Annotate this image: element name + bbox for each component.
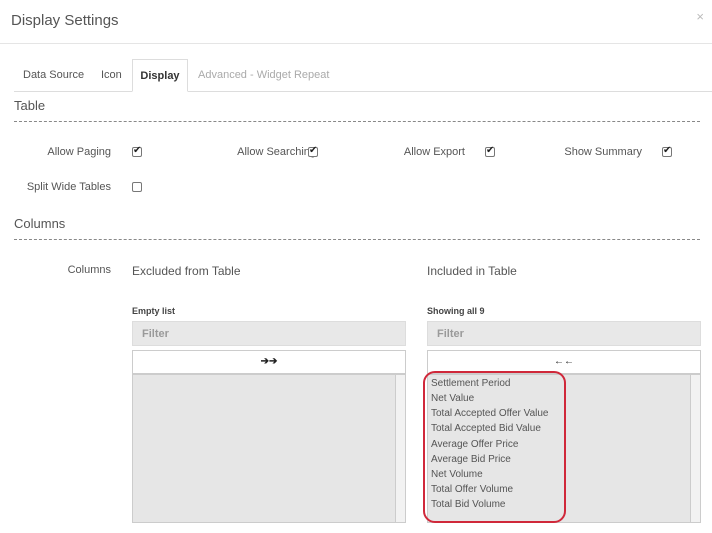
allow-searching-label: Allow Searching [237, 146, 316, 158]
list-item[interactable]: Total Accepted Bid Value [431, 421, 541, 436]
dialog-header: Display Settings × [0, 0, 712, 44]
list-item[interactable]: Average Offer Price [431, 437, 518, 452]
allow-searching-checkbox[interactable]: ✔ [308, 145, 318, 157]
section-divider [14, 239, 700, 240]
list-item[interactable]: Net Volume [431, 467, 483, 482]
tab-advanced-widget-repeat[interactable]: Advanced - Widget Repeat [198, 59, 329, 92]
move-all-right-button[interactable]: ➔➔ [132, 350, 406, 374]
close-icon[interactable]: × [696, 9, 704, 24]
excluded-filter-input[interactable] [132, 321, 406, 346]
excluded-listbox[interactable] [132, 374, 406, 523]
excluded-list-info: Empty list [132, 306, 176, 316]
check-icon: ✔ [309, 145, 318, 156]
check-icon: ✔ [486, 145, 495, 156]
included-list-title: Included in Table [427, 264, 517, 278]
allow-paging-label: Allow Paging [47, 146, 111, 158]
check-icon: ✔ [663, 145, 672, 156]
split-wide-tables-checkbox[interactable] [132, 182, 142, 192]
tab-display[interactable]: Display [132, 59, 188, 92]
section-divider [14, 121, 700, 122]
list-item[interactable]: Net Value [431, 391, 474, 406]
check-icon: ✔ [133, 145, 142, 156]
tab-data-source[interactable]: Data Source [23, 59, 84, 92]
double-arrow-left-icon: ←← [554, 356, 574, 367]
allow-export-label: Allow Export [403, 146, 465, 158]
included-listbox[interactable]: Settlement Period Net Value Total Accept… [427, 374, 701, 523]
show-summary-label: Show Summary [564, 146, 642, 158]
columns-label: Columns [67, 264, 111, 276]
included-filter-input[interactable] [427, 321, 701, 346]
allow-export-checkbox[interactable]: ✔ [485, 145, 495, 157]
show-summary-checkbox[interactable]: ✔ [662, 145, 672, 157]
list-item[interactable]: Total Bid Volume [431, 497, 506, 512]
tab-icon[interactable]: Icon [101, 59, 122, 92]
scrollbar[interactable] [690, 375, 700, 522]
list-item[interactable]: Settlement Period [431, 376, 511, 391]
section-title-columns: Columns [14, 216, 66, 231]
section-title-table: Table [14, 98, 46, 113]
list-item[interactable]: Average Bid Price [431, 452, 511, 467]
move-all-left-button[interactable]: ←← [427, 350, 701, 374]
list-item[interactable]: Total Offer Volume [431, 482, 513, 497]
double-arrow-right-icon: ➔➔ [260, 356, 278, 367]
list-item[interactable]: Total Accepted Offer Value [431, 406, 548, 421]
tab-bar: Data Source Icon Display Advanced - Widg… [14, 59, 712, 92]
allow-paging-checkbox[interactable]: ✔ [132, 145, 142, 157]
scrollbar[interactable] [395, 375, 405, 522]
excluded-list-title: Excluded from Table [132, 264, 241, 278]
dialog-title: Display Settings [11, 12, 119, 29]
included-list-info: Showing all 9 [427, 306, 485, 316]
split-wide-tables-label: Split Wide Tables [26, 181, 111, 193]
